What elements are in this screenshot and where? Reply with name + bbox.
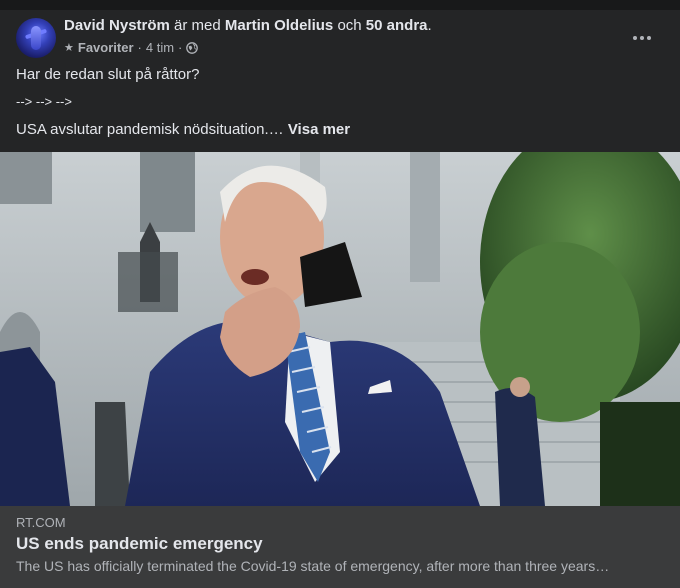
post-text-line3-body: USA avslutar pandemisk nödsituation.… [16,121,284,138]
and-text: och [337,17,362,34]
post-time[interactable]: 4 tim [146,40,174,55]
period: . [427,17,432,34]
others-link[interactable]: 50 andra [366,17,428,34]
post-text-line3: USA avslutar pandemisk nödsituation.… Vi… [16,121,350,138]
meta-sep: · [137,40,142,55]
more-options-icon[interactable] [628,28,656,48]
post-header: David Nyström är med Martin Oldelius och… [16,16,664,60]
link-description: The US has officially terminated the Cov… [16,558,610,574]
photo-illustration [0,152,680,506]
with-text: är med [174,17,221,34]
link-preview-image[interactable] [0,152,680,506]
post-text-line2: --> --> --> [16,94,72,109]
avatar[interactable] [16,18,56,58]
see-more-link[interactable]: Visa mer [288,121,350,138]
star-icon: ★ [64,42,74,54]
link-domain: RT.COM [16,515,66,530]
audience-label[interactable]: Favoriter [78,40,134,55]
feed-separator [0,0,680,10]
meta-sep-2: · [178,40,183,55]
post-meta: ★ Favoriter · 4 tim · [64,40,199,55]
author-name[interactable]: David Nyström [64,17,170,34]
link-title[interactable]: US ends pandemic emergency [16,534,263,554]
link-preview-caption[interactable]: RT.COM US ends pandemic emergency The US… [0,506,680,588]
post-text-line1: Har de redan slut på råttor? [16,66,200,83]
post-author-line: David Nyström är med Martin Oldelius och… [64,17,432,34]
tagged-name[interactable]: Martin Oldelius [225,17,333,34]
globe-icon[interactable] [186,41,199,54]
